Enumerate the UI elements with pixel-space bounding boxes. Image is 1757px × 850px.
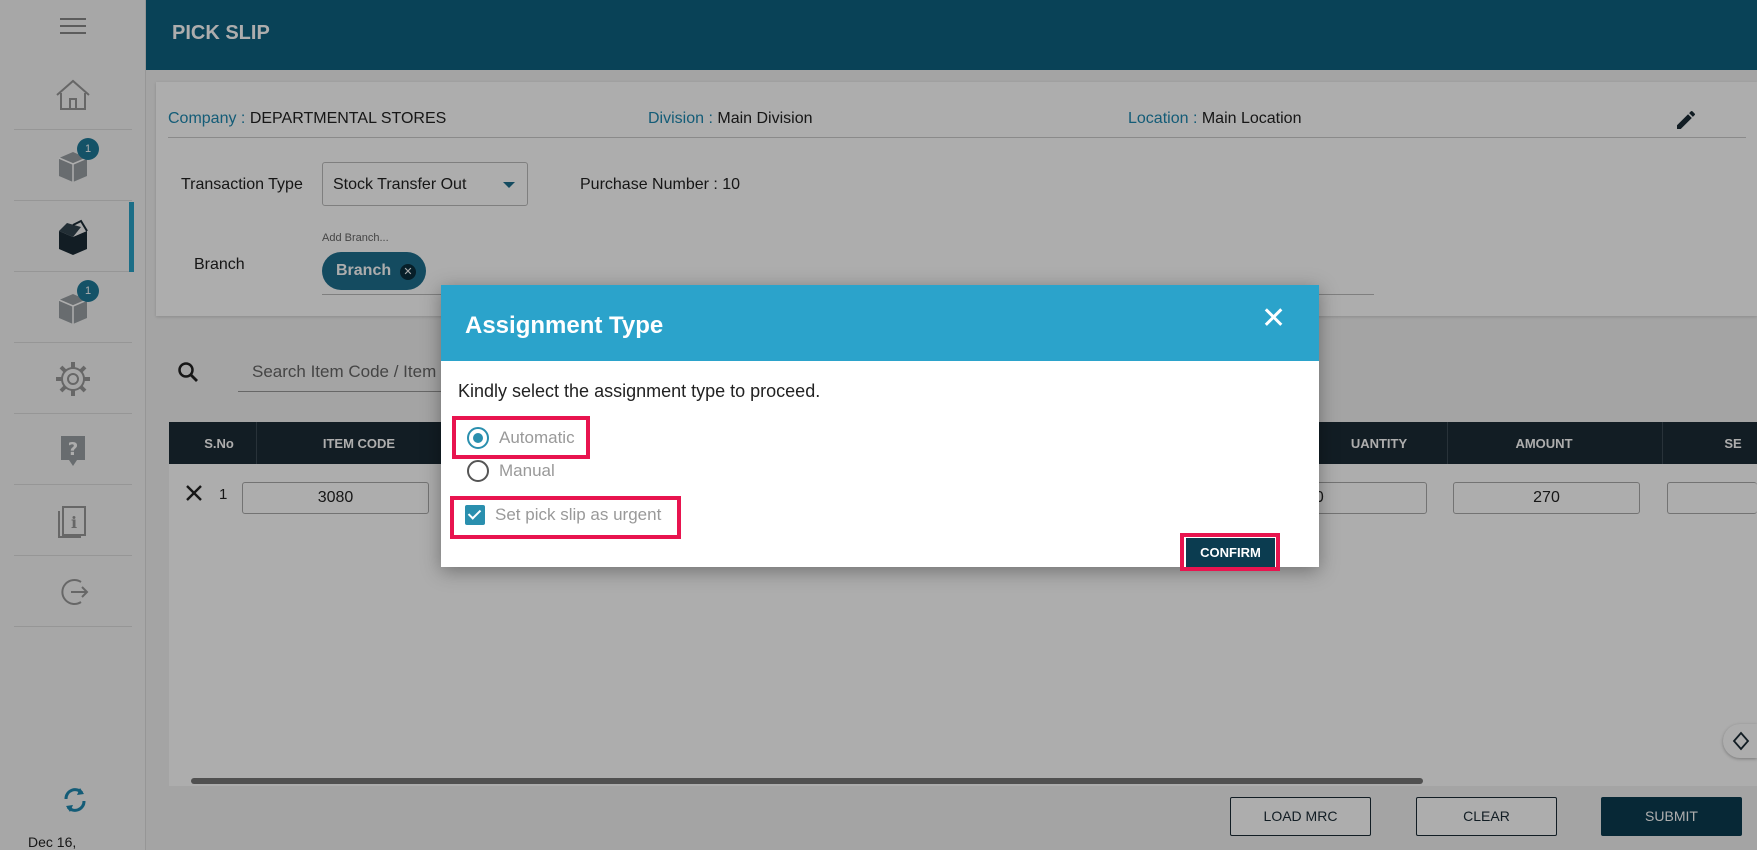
dialog-header: Assignment Type ✕	[441, 285, 1319, 361]
radio-automatic-label: Automatic	[499, 428, 575, 447]
radio-manual-label: Manual	[499, 461, 555, 480]
dialog-message: Kindly select the assignment type to pro…	[458, 381, 821, 401]
urgent-label: Set pick slip as urgent	[495, 505, 662, 524]
urgent-checkbox-row[interactable]: Set pick slip as urgent	[465, 502, 661, 528]
radio-button[interactable]	[467, 460, 489, 482]
radio-automatic[interactable]: Automatic	[467, 425, 575, 451]
close-icon[interactable]: ✕	[1261, 304, 1286, 334]
assignment-type-dialog: Assignment Type ✕ Kindly select the assi…	[441, 285, 1319, 571]
dialog-title: Assignment Type	[465, 312, 664, 339]
urgent-checkbox[interactable]	[465, 505, 485, 525]
confirm-button[interactable]: CONFIRM	[1186, 538, 1275, 567]
radio-manual[interactable]: Manual	[467, 458, 555, 484]
radio-button-selected[interactable]	[467, 427, 489, 449]
